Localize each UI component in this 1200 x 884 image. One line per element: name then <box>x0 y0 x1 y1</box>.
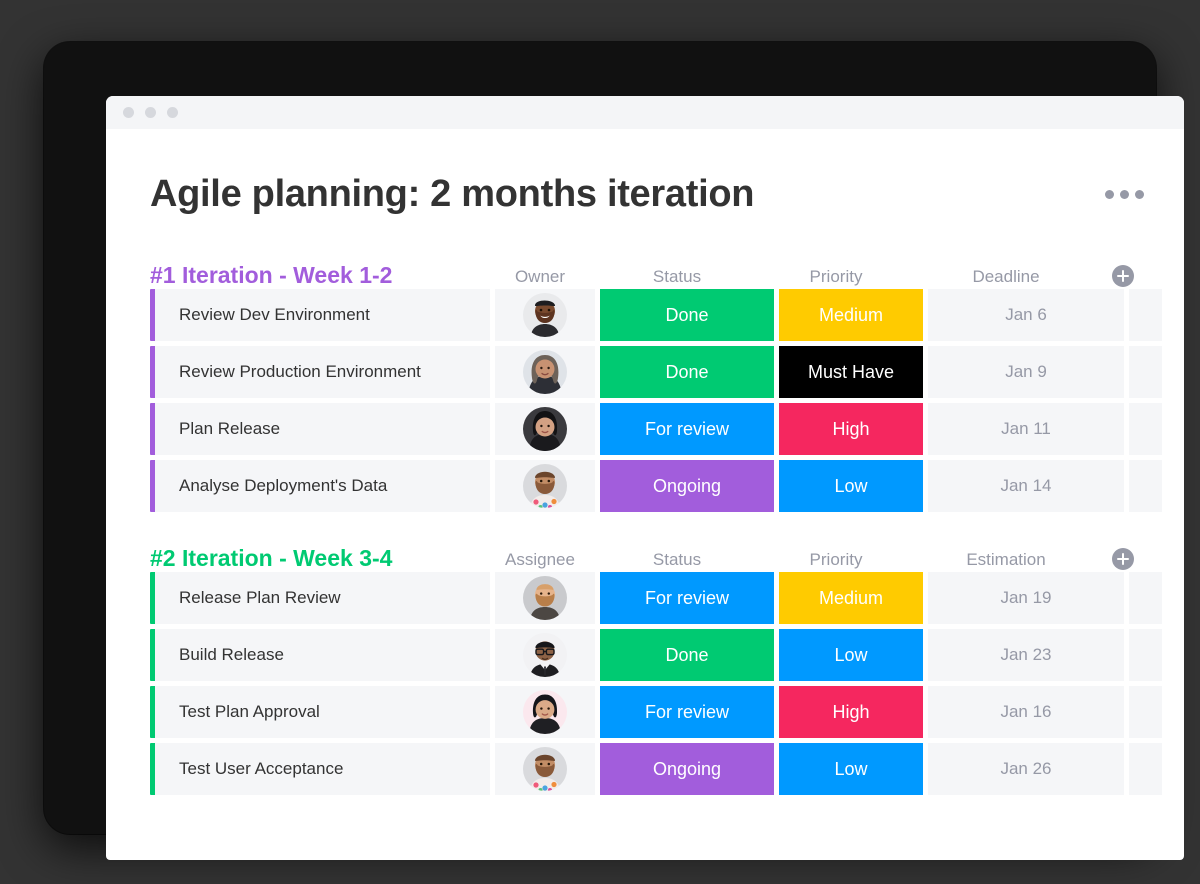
priority-badge[interactable]: Medium <box>779 289 923 341</box>
group-header-row: #1 Iteration - Week 1-2 Owner Status Priori… <box>150 245 1148 289</box>
kebab-dot <box>1135 189 1144 199</box>
avatar-bearded-man-avatar[interactable] <box>523 293 567 337</box>
kebab-dot <box>1120 189 1129 199</box>
board-group: #1 Iteration - Week 1-2 Owner Status Priori… <box>150 245 1162 512</box>
date-cell[interactable]: Jan 26 <box>928 743 1124 795</box>
row-trailing-cell[interactable] <box>1129 629 1162 681</box>
table-row[interactable]: Build Release Done Low Jan 23 <box>150 629 1162 681</box>
add-column-plus-icon[interactable] <box>1112 265 1134 287</box>
status-badge[interactable]: Done <box>600 346 774 398</box>
group-title[interactable]: #2 Iteration - Week 3-4 <box>150 547 490 572</box>
status-badge[interactable]: Done <box>600 289 774 341</box>
owner-cell[interactable] <box>495 629 595 681</box>
board-group: #2 Iteration - Week 3-4 Assignee Status Pri… <box>150 528 1162 795</box>
avatar-floral-shirt-man-avatar[interactable] <box>523 747 567 791</box>
priority-badge[interactable]: Must Have <box>779 346 923 398</box>
owner-cell[interactable] <box>495 403 595 455</box>
owner-cell[interactable] <box>495 686 595 738</box>
date-cell[interactable]: Jan 11 <box>928 403 1124 455</box>
avatar-floral-shirt-man-avatar[interactable] <box>523 464 567 508</box>
table-row[interactable]: Release Plan Review For review Medium Jan 1… <box>150 572 1162 624</box>
date-cell[interactable]: Jan 23 <box>928 629 1124 681</box>
group-title[interactable]: #1 Iteration - Week 1-2 <box>150 264 490 289</box>
add-column-cell <box>1104 265 1142 289</box>
date-cell[interactable]: Jan 6 <box>928 289 1124 341</box>
date-cell[interactable]: Jan 14 <box>928 460 1124 512</box>
page-title: Agile planning: 2 months iteration <box>150 172 755 215</box>
table-row[interactable]: Review Dev Environment Done Medium Jan 6 <box>150 289 1162 341</box>
board-page: Agile planning: 2 months iteration #1 It… <box>106 129 1184 795</box>
row-trailing-cell[interactable] <box>1129 686 1162 738</box>
priority-badge[interactable]: Low <box>779 460 923 512</box>
task-name-cell[interactable]: Review Dev Environment <box>155 289 490 341</box>
task-name-cell[interactable]: Plan Release <box>155 403 490 455</box>
priority-badge[interactable]: Medium <box>779 572 923 624</box>
row-trailing-cell[interactable] <box>1129 289 1162 341</box>
close-window-dot[interactable] <box>123 107 134 118</box>
task-name-cell[interactable]: Review Production Environment <box>155 346 490 398</box>
date-cell[interactable]: Jan 16 <box>928 686 1124 738</box>
table-row[interactable]: Test User Acceptance Ongoing Low Jan 26 <box>150 743 1162 795</box>
kebab-menu-icon[interactable] <box>1101 182 1148 207</box>
status-badge[interactable]: For review <box>600 686 774 738</box>
avatar-dark-hair-woman-avatar[interactable] <box>523 407 567 451</box>
column-header-estimation[interactable]: Estimation <box>908 551 1104 572</box>
date-cell[interactable]: Jan 9 <box>928 346 1124 398</box>
owner-cell[interactable] <box>495 743 595 795</box>
window-titlebar <box>106 96 1184 129</box>
app-window: Agile planning: 2 months iteration #1 It… <box>106 96 1184 860</box>
maximize-window-dot[interactable] <box>167 107 178 118</box>
priority-badge[interactable]: High <box>779 686 923 738</box>
avatar-blond-beard-man-avatar[interactable] <box>523 576 567 620</box>
priority-badge[interactable]: Low <box>779 743 923 795</box>
minimize-window-dot[interactable] <box>145 107 156 118</box>
row-trailing-cell[interactable] <box>1129 460 1162 512</box>
status-badge[interactable]: Done <box>600 629 774 681</box>
status-badge[interactable]: Ongoing <box>600 743 774 795</box>
column-header-priority[interactable]: Priority <box>764 551 908 572</box>
priority-badge[interactable]: Low <box>779 629 923 681</box>
owner-cell[interactable] <box>495 289 595 341</box>
page-header: Agile planning: 2 months iteration <box>150 129 1148 245</box>
date-cell[interactable]: Jan 19 <box>928 572 1124 624</box>
column-header-deadline[interactable]: Deadline <box>908 268 1104 289</box>
status-badge[interactable]: For review <box>600 403 774 455</box>
table-row[interactable]: Test Plan Approval For review High Jan 16 <box>150 686 1162 738</box>
device-frame: Agile planning: 2 months iteration #1 It… <box>44 42 1184 860</box>
column-header-status[interactable]: Status <box>590 551 764 572</box>
table-row[interactable]: Plan Release For review High Jan 11 <box>150 403 1162 455</box>
column-header-priority[interactable]: Priority <box>764 268 908 289</box>
task-name-cell[interactable]: Analyse Deployment's Data <box>155 460 490 512</box>
avatar-suit-glasses-man-avatar[interactable] <box>523 633 567 677</box>
table-row[interactable]: Review Production Environment Done Must Ha… <box>150 346 1162 398</box>
group-header-row: #2 Iteration - Week 3-4 Assignee Status Pri… <box>150 528 1148 572</box>
column-header-assignee[interactable]: Assignee <box>490 551 590 572</box>
column-header-owner[interactable]: Owner <box>490 268 590 289</box>
owner-cell[interactable] <box>495 572 595 624</box>
task-name-cell[interactable]: Test Plan Approval <box>155 686 490 738</box>
owner-cell[interactable] <box>495 460 595 512</box>
column-header-status[interactable]: Status <box>590 268 764 289</box>
table-row[interactable]: Analyse Deployment's Data Ongoing Low Jan 1… <box>150 460 1162 512</box>
row-trailing-cell[interactable] <box>1129 403 1162 455</box>
board-groups: #1 Iteration - Week 1-2 Owner Status Priori… <box>150 245 1162 795</box>
row-trailing-cell[interactable] <box>1129 743 1162 795</box>
add-column-cell <box>1104 548 1142 572</box>
status-badge[interactable]: Ongoing <box>600 460 774 512</box>
priority-badge[interactable]: High <box>779 403 923 455</box>
kebab-dot <box>1105 189 1114 199</box>
row-trailing-cell[interactable] <box>1129 346 1162 398</box>
task-name-cell[interactable]: Test User Acceptance <box>155 743 490 795</box>
owner-cell[interactable] <box>495 346 595 398</box>
avatar-dark-hair-woman-pink-avatar[interactable] <box>523 690 567 734</box>
task-name-cell[interactable]: Build Release <box>155 629 490 681</box>
add-column-plus-icon[interactable] <box>1112 548 1134 570</box>
avatar-long-hair-woman-avatar[interactable] <box>523 350 567 394</box>
status-badge[interactable]: For review <box>600 572 774 624</box>
row-trailing-cell[interactable] <box>1129 572 1162 624</box>
task-name-cell[interactable]: Release Plan Review <box>155 572 490 624</box>
